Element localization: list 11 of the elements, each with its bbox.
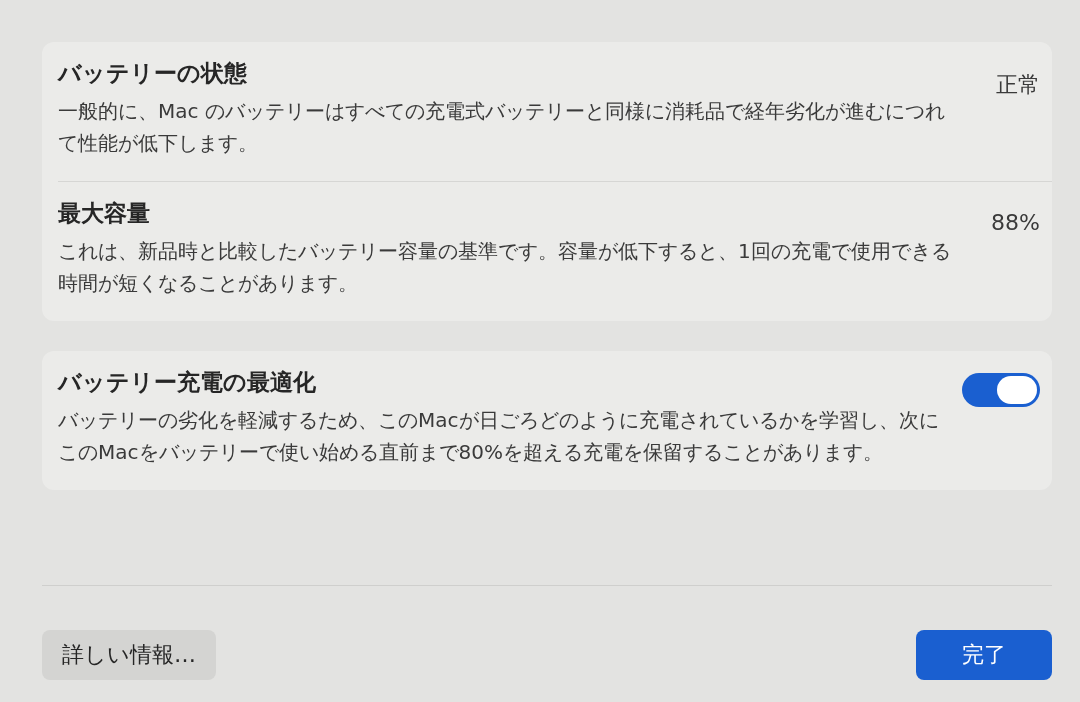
setting-title: 最大容量 [58, 199, 151, 228]
setting-description: バッテリーの劣化を軽減するため、このMacが日ごろどのように充電されているかを学習し、次にこのMacをバッテリーで使い始める直前まで80%を超える充電を保留することがあります。 [58, 407, 940, 466]
more-info-button[interactable]: 詳しい情報… [42, 630, 216, 680]
setting-title: バッテリー充電の最適化 [58, 368, 317, 397]
done-button[interactable]: 完了 [916, 630, 1052, 680]
setting-title: バッテリーの状態 [58, 59, 248, 88]
setting-description: これは、新品時と比較したバッテリー容量の基準です。容量が低下すると、1回の充電で使用できる時間が短くなることがあります。 [58, 238, 952, 297]
setting-value: 正常 [996, 71, 1040, 99]
setting-description: 一般的に、Mac のバッテリーはすべての充電式バッテリーと同様に消耗品で経年劣化が進むにつれて性能が低下します。 [58, 98, 946, 157]
toggle-switch[interactable] [962, 373, 1040, 407]
setting-value: 88% [991, 210, 1040, 235]
